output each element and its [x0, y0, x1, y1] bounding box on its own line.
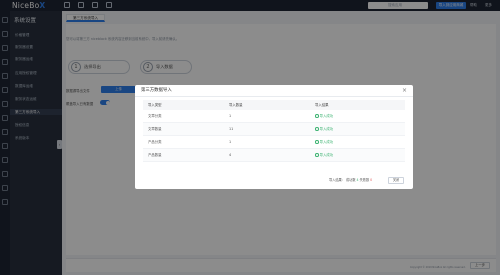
check-circle-icon — [315, 114, 319, 118]
cell-result: 导入成功 — [315, 123, 405, 135]
check-circle-icon — [315, 140, 319, 144]
check-circle-icon — [315, 127, 319, 131]
cell-count: 1 — [229, 114, 232, 118]
cell-count: 1 — [229, 140, 232, 144]
cell-type: 产品分类 — [148, 140, 162, 144]
cell-result: 导入成功 — [315, 149, 405, 161]
table-row: 文章分类 1 导入成功 — [143, 110, 405, 123]
column-header-count: 导入数量 — [229, 103, 243, 107]
success-count: 4 — [356, 178, 359, 182]
check-circle-icon — [315, 153, 319, 157]
column-header-type: 导入类型 — [148, 103, 162, 107]
cell-type: 产品数量 — [148, 153, 162, 157]
table-row: 产品数量 4 导入成功 — [143, 149, 405, 162]
fail-count: 0 — [370, 178, 373, 182]
modal-title: 第三方数据导入 — [141, 88, 172, 93]
close-button[interactable]: 关闭 — [388, 177, 404, 184]
cell-type: 文章数量 — [148, 127, 162, 131]
table-row: 文章数量 11 导入成功 — [143, 123, 405, 136]
modal-footer: 导入结果： 成功数 4 失败数 0 关闭 — [135, 173, 413, 189]
cell-type: 文章分类 — [148, 114, 162, 118]
cell-count: 11 — [229, 127, 234, 131]
close-icon[interactable]: × — [402, 85, 407, 97]
import-result-modal: 第三方数据导入 × 导入类型 导入数量 导入结果 文章分类 1 导入成功 文章数… — [135, 85, 413, 189]
cell-result: 导入成功 — [315, 110, 405, 122]
import-summary: 导入结果： 成功数 4 失败数 0 — [329, 178, 373, 182]
table-header: 导入类型 导入数量 导入结果 — [143, 100, 405, 110]
cell-count: 4 — [229, 153, 232, 157]
modal-header: 第三方数据导入 × — [135, 85, 413, 97]
table-row: 产品分类 1 导入成功 — [143, 136, 405, 149]
cell-result: 导入成功 — [315, 136, 405, 148]
import-result-table: 导入类型 导入数量 导入结果 文章分类 1 导入成功 文章数量 11 导入成功 … — [143, 100, 405, 162]
column-header-result: 导入结果 — [315, 103, 329, 107]
